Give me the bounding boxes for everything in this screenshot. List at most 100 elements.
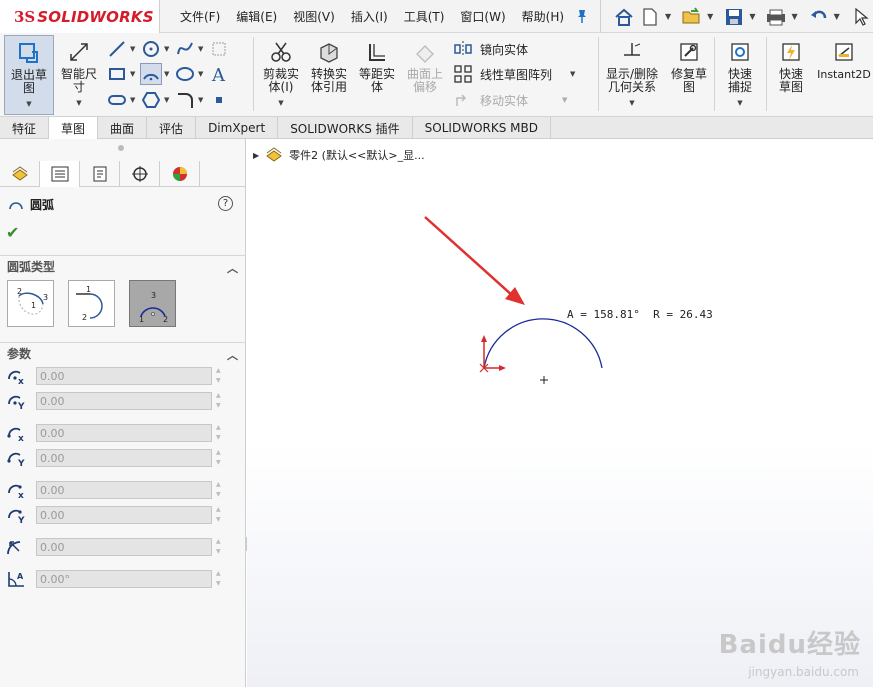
spline-icon[interactable] <box>174 38 196 60</box>
ok-checkmark-icon[interactable]: ✔ <box>6 223 19 242</box>
save-icon[interactable] <box>723 6 745 28</box>
exit-sketch-button[interactable]: 退出草图 ▼ <box>4 35 54 115</box>
collapse-icon[interactable]: ︿ <box>227 260 238 276</box>
trim-button[interactable]: 剪裁实体(I) ▼ <box>258 35 304 115</box>
smart-dimension-button[interactable]: 智能尺寸 ▼ <box>56 35 102 115</box>
move-entities-row[interactable]: 移动实体 ▼ <box>452 89 570 111</box>
offset-entities-button[interactable]: 等距实体 <box>354 35 400 115</box>
chevron-down-icon[interactable]: ▼ <box>76 97 81 110</box>
linear-pattern-row[interactable]: 线性草图阵列 ▼ <box>452 63 578 85</box>
undo-icon[interactable] <box>808 6 830 28</box>
chevron-down-icon[interactable]: ▼ <box>164 70 172 78</box>
arc-type-group-header[interactable]: 圆弧类型 ︿ <box>0 255 246 277</box>
end-y-field[interactable]: 0.00 <box>36 506 212 524</box>
menu-view[interactable]: 视图(V) <box>285 8 343 25</box>
tab-features[interactable]: 特征 <box>0 117 50 139</box>
tab-surfaces[interactable]: 曲面 <box>98 117 148 139</box>
pin-icon[interactable] <box>574 8 590 24</box>
repair-sketch-button[interactable]: 修复草图 <box>666 35 712 115</box>
display-manager-tab[interactable] <box>160 161 200 187</box>
ellipse-icon[interactable] <box>174 63 196 85</box>
chevron-down-icon[interactable]: ▼ <box>707 12 713 21</box>
start-y-field[interactable]: 0.00 <box>36 449 212 467</box>
chevron-down-icon[interactable]: ▼ <box>834 12 840 21</box>
center-y-field[interactable]: 0.00 <box>36 392 212 410</box>
collapse-icon[interactable]: ︿ <box>227 347 238 363</box>
chevron-down-icon[interactable]: ▼ <box>665 12 671 21</box>
chevron-down-icon[interactable]: ▼ <box>198 70 206 78</box>
home-icon[interactable] <box>613 6 635 28</box>
help-icon[interactable]: ? <box>218 196 233 211</box>
select-icon[interactable] <box>850 6 872 28</box>
spin-buttons[interactable]: ▲ ▼ <box>216 506 226 524</box>
end-x-field[interactable]: 0.00 <box>36 481 212 499</box>
open-icon[interactable] <box>681 6 703 28</box>
spin-buttons[interactable]: ▲ ▼ <box>216 570 226 588</box>
chevron-down-icon[interactable]: ▼ <box>737 97 742 110</box>
tab-dimxpert[interactable]: DimXpert <box>196 117 279 139</box>
tab-evaluate[interactable]: 评估 <box>147 117 197 139</box>
rectangle-icon[interactable] <box>106 63 128 85</box>
tab-solidworks-mbd[interactable]: SOLIDWORKS MBD <box>413 117 551 139</box>
arc-icon[interactable] <box>140 63 162 85</box>
start-x-field[interactable]: 0.00 <box>36 424 212 442</box>
quick-snaps-button[interactable]: 快速捕捉 ▼ <box>716 35 764 115</box>
panel-grip[interactable] <box>118 145 124 151</box>
plane-icon[interactable] <box>208 38 230 60</box>
property-manager-tab[interactable] <box>40 161 80 187</box>
solidworks-logo[interactable]: 3S SOLIDWORKS <box>0 0 160 33</box>
tab-sketch[interactable]: 草图 <box>49 117 99 139</box>
slot-icon[interactable] <box>106 89 128 111</box>
rapid-sketch-button[interactable]: 快速草图 <box>768 35 814 115</box>
line-icon[interactable] <box>106 38 128 60</box>
radius-field[interactable]: 0.00 <box>36 538 212 556</box>
tangent-arc-button[interactable]: 12 <box>68 280 115 327</box>
polygon-icon[interactable] <box>140 89 162 111</box>
chevron-down-icon[interactable]: ▼ <box>570 70 578 78</box>
chevron-down-icon[interactable]: ▼ <box>562 96 570 104</box>
new-document-icon[interactable] <box>639 6 661 28</box>
chevron-down-icon[interactable]: ▼ <box>749 12 755 21</box>
spin-buttons[interactable]: ▲ ▼ <box>216 367 226 385</box>
center-x-field[interactable]: 0.00 <box>36 367 212 385</box>
dimxpert-manager-tab[interactable] <box>120 161 160 187</box>
chevron-down-icon[interactable]: ▼ <box>198 45 206 53</box>
print-icon[interactable] <box>765 6 787 28</box>
menu-help[interactable]: 帮助(H) <box>514 8 572 25</box>
chevron-down-icon[interactable]: ▼ <box>130 70 138 78</box>
chevron-down-icon[interactable]: ▼ <box>164 45 172 53</box>
menu-edit[interactable]: 编辑(E) <box>228 8 285 25</box>
menu-window[interactable]: 窗口(W) <box>452 8 513 25</box>
mirror-entities-row[interactable]: 镜向实体 <box>452 38 528 60</box>
configuration-manager-tab[interactable] <box>80 161 120 187</box>
spin-buttons[interactable]: ▲ ▼ <box>216 449 226 467</box>
fillet-icon[interactable] <box>174 89 196 111</box>
chevron-down-icon[interactable]: ▼ <box>130 96 138 104</box>
parameters-group-header[interactable]: 参数 ︿ <box>0 342 246 364</box>
instant2d-button[interactable]: Instant2D <box>816 35 872 115</box>
chevron-down-icon[interactable]: ▼ <box>791 12 797 21</box>
menu-file[interactable]: 文件(F) <box>172 8 228 25</box>
circle-icon[interactable] <box>140 38 162 60</box>
chevron-down-icon[interactable]: ▼ <box>278 97 283 110</box>
menu-tools[interactable]: 工具(T) <box>396 8 453 25</box>
chevron-down-icon[interactable]: ▼ <box>629 97 634 110</box>
point-icon[interactable] <box>208 89 230 111</box>
spin-buttons[interactable]: ▲ ▼ <box>216 538 226 556</box>
convert-entities-button[interactable]: 转换实体引用 <box>306 35 352 115</box>
centerpoint-arc-button[interactable]: 213 <box>7 280 54 327</box>
spin-buttons[interactable]: ▲ ▼ <box>216 424 226 442</box>
angle-field[interactable]: 0.00° <box>36 570 212 588</box>
chevron-down-icon[interactable]: ▼ <box>198 96 206 104</box>
chevron-down-icon[interactable]: ▼ <box>130 45 138 53</box>
graphics-area[interactable]: ▶ 零件2 (默认<<默认>_显... A = 158.81° R = 26.4… <box>247 139 873 687</box>
spin-buttons[interactable]: ▲ ▼ <box>216 392 226 410</box>
chevron-down-icon[interactable]: ▼ <box>164 96 172 104</box>
sketch-arc[interactable] <box>483 318 603 369</box>
spin-buttons[interactable]: ▲ ▼ <box>216 481 226 499</box>
menu-insert[interactable]: 插入(I) <box>343 8 396 25</box>
feature-manager-tab[interactable] <box>0 161 40 187</box>
text-icon[interactable]: A <box>208 63 230 85</box>
offset-on-surface-button[interactable]: 曲面上偏移 <box>402 35 448 115</box>
tab-solidworks-addins[interactable]: SOLIDWORKS 插件 <box>278 117 413 139</box>
